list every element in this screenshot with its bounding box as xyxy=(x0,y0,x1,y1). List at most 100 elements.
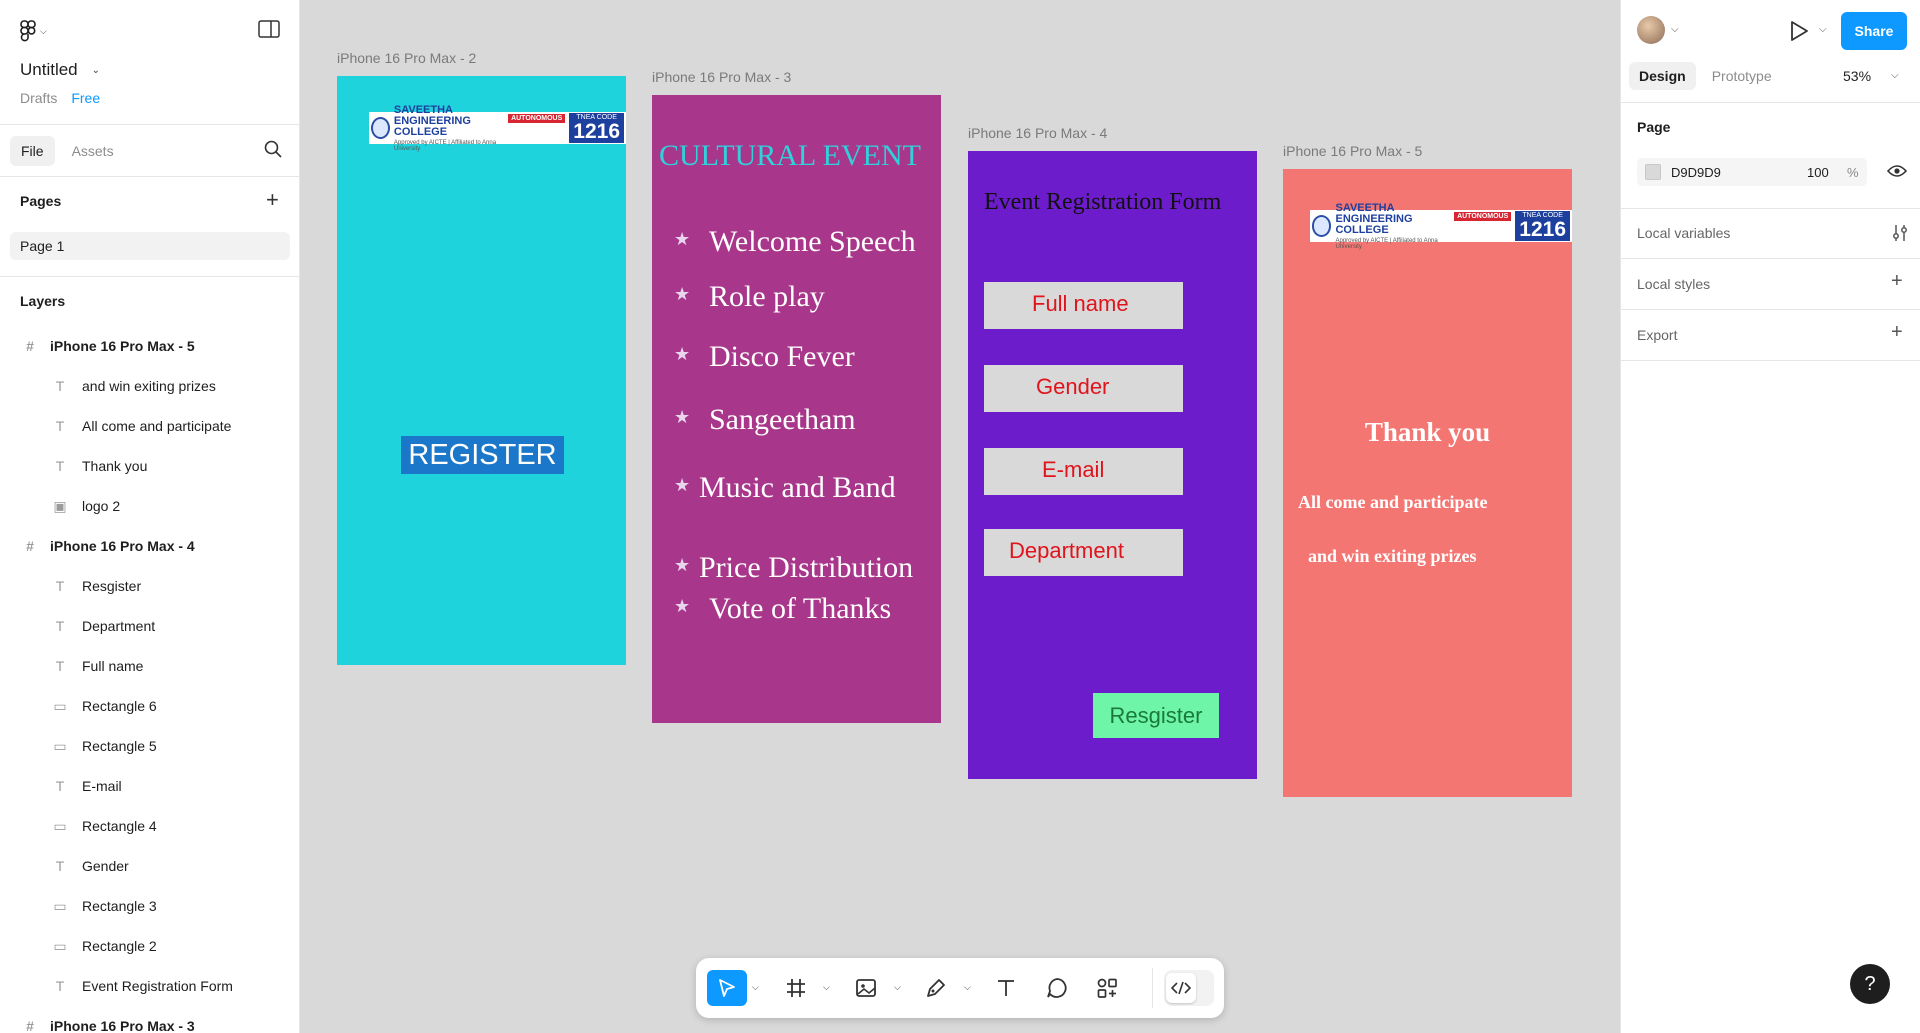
chevron-down-icon: ⌄ xyxy=(91,64,101,76)
plan-badge[interactable]: Free xyxy=(71,90,100,106)
layer-item[interactable]: ▭ Rectangle 2 xyxy=(0,926,299,966)
layer-item[interactable]: T E-mail xyxy=(0,766,299,806)
tab-assets[interactable]: Assets xyxy=(61,136,125,166)
export-title[interactable]: Export xyxy=(1637,327,1677,343)
layer-item[interactable]: T Department xyxy=(0,606,299,646)
move-tool[interactable] xyxy=(707,970,747,1006)
frame-tool[interactable] xyxy=(778,970,814,1006)
layer-item[interactable]: T Thank you xyxy=(0,446,299,486)
layer-item[interactable]: # iPhone 16 Pro Max - 4 xyxy=(0,526,299,566)
agenda-item: Role play xyxy=(709,280,825,313)
layer-item[interactable]: ▭ Rectangle 5 xyxy=(0,726,299,766)
plus-icon: + xyxy=(1891,321,1903,343)
frame-label[interactable]: iPhone 16 Pro Max - 2 xyxy=(337,50,476,66)
layer-item[interactable]: # iPhone 16 Pro Max - 5 xyxy=(0,326,299,366)
text-icon: T xyxy=(55,378,65,394)
pen-tool[interactable] xyxy=(918,970,954,1006)
layer-label: Rectangle 3 xyxy=(82,898,157,914)
left-sidebar: ⌵ Untitled ⌄ Drafts Free File Assets Pag… xyxy=(0,0,300,1033)
canvas[interactable]: iPhone 16 Pro Max - 2 SAVEETHA ENGINEERI… xyxy=(300,0,1620,1033)
sidebar-icon xyxy=(258,20,280,38)
form-field[interactable]: Gender xyxy=(984,365,1183,412)
layer-item[interactable]: ▣ logo 2 xyxy=(0,486,299,526)
agenda-item: Sangeetham xyxy=(709,403,856,436)
logo-autonomous: AUTONOMOUS xyxy=(1454,212,1512,221)
frame-iphone-5[interactable]: SAVEETHA ENGINEERING COLLEGE Approved by… xyxy=(1283,169,1572,797)
fill-swatch[interactable] xyxy=(1645,164,1661,180)
frame-iphone-2[interactable]: SAVEETHA ENGINEERING COLLEGE Approved by… xyxy=(337,76,626,665)
tab-prototype[interactable]: Prototype xyxy=(1702,62,1782,90)
share-button[interactable]: Share xyxy=(1841,12,1907,50)
variables-button[interactable] xyxy=(1891,224,1909,248)
submit-button[interactable]: Resgister xyxy=(1093,693,1219,738)
design-tabs: Design Prototype xyxy=(1629,62,1782,90)
chevron-down-icon[interactable]: ⌵ xyxy=(1819,24,1827,35)
layer-item[interactable]: T Gender xyxy=(0,846,299,886)
college-emblem-icon xyxy=(1312,215,1332,237)
layer-item[interactable]: T All come and participate xyxy=(0,406,299,446)
page-fill-row[interactable]: D9D9D9 100 % xyxy=(1637,158,1867,186)
add-page-button[interactable]: + xyxy=(266,189,279,211)
layer-item[interactable]: # iPhone 16 Pro Max - 3 xyxy=(0,1006,299,1033)
left-tabs: File Assets xyxy=(10,136,125,166)
fill-opacity-unit: % xyxy=(1847,164,1859,180)
main-menu-button[interactable]: ⌵ xyxy=(20,20,47,42)
frame-iphone-4[interactable]: Event Registration Form Full name Gender E… xyxy=(968,151,1257,779)
text-icon: T xyxy=(55,778,65,794)
layer-item[interactable]: Tand win exiting prizes xyxy=(0,366,299,406)
help-button[interactable]: ? xyxy=(1850,964,1890,1004)
tab-file[interactable]: File xyxy=(10,136,55,166)
register-button[interactable]: REGISTER xyxy=(401,436,564,474)
frame-iphone-3[interactable]: CULTURAL EVENT ★ Welcome Speech ★ Role play… xyxy=(652,95,941,723)
local-styles-title[interactable]: Local styles xyxy=(1637,276,1710,292)
layer-label: Rectangle 2 xyxy=(82,938,157,954)
zoom-level[interactable]: 53% xyxy=(1843,68,1871,84)
layer-item[interactable]: T Resgister xyxy=(0,566,299,606)
form-field[interactable]: E-mail xyxy=(984,448,1183,495)
rectangle-icon: ▭ xyxy=(53,817,67,834)
frame-label[interactable]: iPhone 16 Pro Max - 4 xyxy=(968,125,1107,141)
user-avatar[interactable] xyxy=(1637,16,1665,44)
search-button[interactable] xyxy=(264,140,282,163)
chevron-down-icon[interactable]: ⌵ xyxy=(964,982,971,993)
logo-code: TNEA CODE 1216 xyxy=(1515,211,1570,241)
add-export-button[interactable]: + xyxy=(1891,321,1903,344)
add-style-button[interactable]: + xyxy=(1891,270,1903,293)
rectangle-icon: ▭ xyxy=(53,937,67,954)
logo-approved: Approved by AICTE | Affiliated to Anna U… xyxy=(1335,237,1438,250)
present-button[interactable] xyxy=(1789,20,1809,47)
layer-item[interactable]: ▭ Rectangle 4 xyxy=(0,806,299,846)
layer-item[interactable]: T Event Registration Form xyxy=(0,966,299,1006)
comment-tool[interactable] xyxy=(1039,970,1075,1006)
local-variables-title[interactable]: Local variables xyxy=(1637,225,1730,241)
chevron-down-icon[interactable]: ⌵ xyxy=(823,982,830,993)
sidebar-toggle-button[interactable] xyxy=(258,20,282,42)
fill-hex-input[interactable]: D9D9D9 xyxy=(1671,165,1807,180)
text-tool[interactable] xyxy=(988,970,1024,1006)
logo-name: SAVEETHA xyxy=(1335,201,1395,214)
visibility-toggle[interactable] xyxy=(1886,164,1908,183)
chevron-down-icon[interactable]: ⌵ xyxy=(752,982,759,993)
image-tool[interactable] xyxy=(848,970,884,1006)
chevron-down-icon[interactable]: ⌵ xyxy=(1891,70,1899,81)
dev-mode-toggle[interactable] xyxy=(1164,970,1214,1006)
layer-item[interactable]: ▭ Rectangle 6 xyxy=(0,686,299,726)
fill-opacity-input[interactable]: 100 xyxy=(1807,165,1847,180)
file-title[interactable]: Untitled ⌄ xyxy=(20,60,100,80)
form-field[interactable]: Full name xyxy=(984,282,1183,329)
layer-item[interactable]: ▭ Rectangle 3 xyxy=(0,886,299,926)
layer-item[interactable]: T Full name xyxy=(0,646,299,686)
actions-tool[interactable] xyxy=(1089,970,1125,1006)
frame-label[interactable]: iPhone 16 Pro Max - 3 xyxy=(652,69,791,85)
thank-you-text: Thank you xyxy=(1364,417,1491,447)
frame-label[interactable]: iPhone 16 Pro Max - 5 xyxy=(1283,143,1422,159)
star-icon: ★ xyxy=(674,596,691,616)
right-panel: ⌵ ⌵ Share Design Prototype 53% ⌵ Page D9… xyxy=(1620,0,1920,1033)
drafts-link[interactable]: Drafts xyxy=(20,90,57,106)
chevron-down-icon[interactable]: ⌵ xyxy=(1671,24,1679,35)
form-field[interactable]: Department xyxy=(984,529,1183,576)
tab-design[interactable]: Design xyxy=(1629,62,1696,90)
chevron-down-icon[interactable]: ⌵ xyxy=(894,982,901,993)
page-item[interactable]: Page 1 xyxy=(10,232,290,260)
cursor-icon xyxy=(719,979,735,997)
